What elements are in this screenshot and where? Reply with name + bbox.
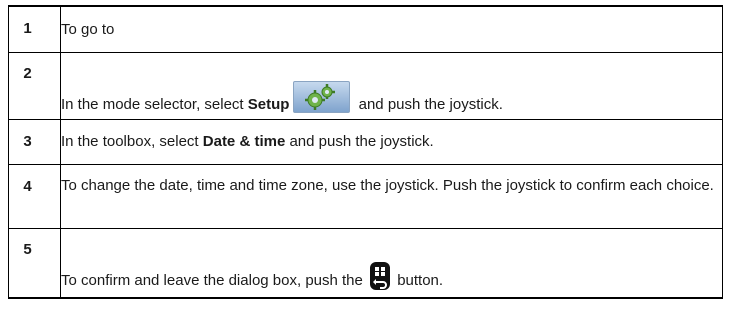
step-text-post: button.	[393, 271, 444, 289]
step-text-cell: To change the date, time and time zone, …	[60, 163, 723, 228]
step-number: 4	[23, 177, 32, 195]
step-text: To go to	[61, 21, 115, 38]
step-text-pre: To confirm and leave the dialog box, pus…	[61, 271, 368, 289]
step-text-pre: In the mode selector, select	[61, 95, 248, 113]
step-text-cell: To confirm and leave the dialog box, pus…	[60, 227, 723, 298]
step-text-cell: To go to	[61, 6, 723, 52]
step-text-pre: In the toolbox, select	[61, 132, 203, 150]
step-text-cell: In the toolbox, select Date & time and p…	[60, 118, 723, 164]
step-number: 2	[23, 64, 32, 82]
step-number-cell: 1	[8, 6, 61, 52]
date-time-label: Date & time	[202, 132, 286, 150]
step-number-cell: 2	[8, 51, 61, 119]
setup-gears-icon	[293, 80, 351, 113]
step-text-post: and push the joystick.	[285, 132, 434, 150]
setup-label: Setup	[247, 95, 290, 113]
step-row: 2 In the mode selector, select Setup and…	[8, 51, 723, 119]
step-text-cell: In the mode selector, select Setup and p…	[60, 51, 723, 119]
step-row: 5 To confirm and leave the dialog box, p…	[8, 227, 723, 298]
step-number-cell: 5	[8, 227, 61, 298]
step-row: 4 To change the date, time and time zone…	[8, 163, 723, 228]
step-number-cell: 4	[8, 163, 61, 228]
step-number: 1	[23, 20, 32, 37]
step-row: 3 In the toolbox, select Date & time and…	[8, 118, 723, 164]
step-number: 3	[23, 132, 32, 150]
step-text: To change the date, time and time zone, …	[61, 176, 714, 194]
instruction-table: 1 To go to 2 In the mode selector, selec…	[8, 5, 723, 299]
step-text-post: and push the joystick.	[354, 95, 503, 113]
step-number: 5	[23, 240, 32, 258]
menu-back-button-icon	[369, 261, 391, 291]
step-row: 1 To go to	[8, 6, 723, 52]
step-number-cell: 3	[8, 118, 61, 164]
